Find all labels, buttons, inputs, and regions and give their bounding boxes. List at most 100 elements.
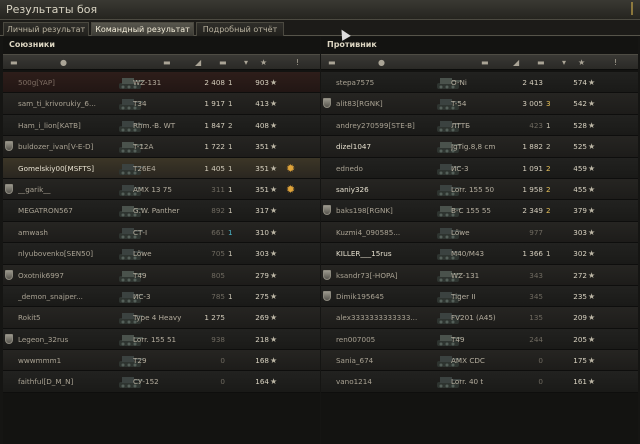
table-row[interactable]: Gomelskiy00[MSFTS] T26E4 1 405 1 351 ★ ✹ — [3, 157, 320, 179]
table-row[interactable]: MEGATRON567 G.W. Panther 892 1 317 ★ — [3, 200, 320, 222]
header-damage-icon[interactable]: ◢ — [195, 58, 201, 67]
table-row[interactable]: Legeon_32rus Lorr. 155 51 938 218 ★ — [3, 328, 320, 351]
player-name[interactable]: Ham_i_lion[KATB] — [18, 115, 118, 136]
player-name[interactable]: baks198[RGNK] — [336, 200, 436, 221]
player-name[interactable]: vano1214 — [336, 371, 436, 392]
medal-icon[interactable]: ✹ — [286, 158, 302, 179]
table-row[interactable]: 500g[YAP] WZ-131 2 408 1 903 ★ — [3, 72, 320, 94]
player-name[interactable]: amwash — [18, 222, 118, 243]
header-clan-icon[interactable]: ▬ — [10, 58, 18, 67]
table-row[interactable]: dizel1047 JgTig.8,8 cm 1 882 2 525 ★ — [321, 136, 638, 158]
player-name[interactable]: ednedo — [336, 158, 436, 179]
table-row[interactable]: Sania_674 AMX CDC 0 175 ★ — [321, 350, 638, 372]
table-row[interactable]: buldozer_ivan[V-E-D] T-12A 1 722 1 351 ★ — [3, 136, 320, 158]
player-name[interactable]: alit83[RGNK] — [336, 93, 436, 114]
xp-value: 205 — [573, 334, 587, 344]
damage-value: 1 722 — [204, 142, 225, 152]
player-name[interactable]: ksandr73[-HOPA] — [336, 265, 436, 286]
player-name[interactable]: _demon_snajper... — [18, 286, 118, 307]
xp-value: 455 — [573, 184, 587, 194]
medal-icon[interactable]: ✹ — [286, 179, 302, 200]
player-name[interactable]: Rokit5 — [18, 307, 118, 328]
player-name[interactable]: alex3333333333333... — [336, 307, 436, 328]
header-clan-icon[interactable]: ▬ — [328, 58, 336, 67]
star-icon: ★ — [270, 142, 278, 152]
header-player-icon[interactable]: ● — [378, 58, 385, 67]
header-xp-icon[interactable]: ★ — [578, 58, 585, 67]
header-kills-icon[interactable]: ▬ — [537, 58, 545, 67]
clan-badge-icon — [5, 141, 14, 152]
table-row[interactable]: Kuzmi4_090585... Löwe 977 303 ★ — [321, 221, 638, 244]
table-row[interactable]: stepa7575 O-Ni 2 413 574 ★ — [321, 72, 638, 94]
player-name[interactable]: KILLER___15rus — [336, 243, 436, 264]
star-icon: ★ — [588, 142, 596, 152]
header-kills-icon[interactable]: ▬ — [219, 58, 227, 67]
table-row[interactable]: _demon_snajper... ИС-3 785 1 275 ★ — [3, 285, 320, 308]
table-row[interactable]: andrey270599[STE-B] ЛТТБ 423 1 528 ★ — [321, 114, 638, 137]
header-tank-icon[interactable]: ▬ — [163, 58, 171, 67]
table-row[interactable]: Ham_i_lion[KATB] Rhm.-B. WT 1 847 2 408 ★ — [3, 114, 320, 137]
header-sort-icon[interactable]: ▾ — [562, 58, 566, 67]
player-name[interactable]: Dimik195645 — [336, 286, 436, 307]
xp-value: 351 — [255, 142, 269, 152]
table-row[interactable]: nlyubovenko[SEN50] Löwe 705 1 303 ★ — [3, 243, 320, 265]
xp-value: 903 — [255, 78, 269, 87]
table-row[interactable]: wwwmmm1 T29 0 168 ★ — [3, 350, 320, 372]
player-name[interactable]: sam_ti_krivorukiy_6... — [18, 93, 118, 114]
header-damage-icon[interactable]: ◢ — [513, 58, 519, 67]
tab-team-result[interactable]: Командный результат — [91, 22, 194, 36]
player-name[interactable]: stepa7575 — [336, 72, 436, 93]
player-name[interactable]: dizel1047 — [336, 136, 436, 157]
table-row[interactable]: baks198[RGNK] B-C 155 55 2 349 2 379 ★ — [321, 200, 638, 222]
table-row[interactable]: faithful[D_M_N] СУ-152 0 164 ★ — [3, 371, 320, 393]
player-name[interactable]: buldozer_ivan[V-E-D] — [18, 136, 118, 157]
table-row[interactable]: ren007005 T49 244 205 ★ — [321, 328, 638, 351]
table-row[interactable]: saniy326 Lorr. 155 50 1 958 2 455 ★ — [321, 178, 638, 201]
header-tank-icon[interactable]: ▬ — [481, 58, 489, 67]
table-row[interactable]: Oxotnik6997 T49 805 279 ★ — [3, 264, 320, 286]
player-name[interactable]: Sania_674 — [336, 350, 436, 371]
table-row[interactable]: ednedo ИС-3 1 091 2 459 ★ — [321, 157, 638, 179]
player-name[interactable]: Gomelskiy00[MSFTS] — [18, 158, 118, 179]
table-row[interactable]: vano1214 Lorr. 40 t 0 161 ★ — [321, 371, 638, 393]
star-icon: ★ — [588, 227, 596, 237]
header-medal-icon[interactable]: ! — [614, 58, 617, 67]
player-name[interactable]: saniy326 — [336, 179, 436, 200]
table-row[interactable]: __garik__ AMX 13 75 311 1 351 ★ ✹ — [3, 178, 320, 201]
kills-value: 1 — [228, 227, 233, 237]
star-icon: ★ — [270, 334, 278, 344]
xp-value: 574 — [573, 78, 587, 87]
header-xp-icon[interactable]: ★ — [260, 58, 267, 67]
header-medal-icon[interactable]: ! — [296, 58, 299, 67]
player-name[interactable]: ren007005 — [336, 329, 436, 350]
player-name[interactable]: nlyubovenko[SEN50] — [18, 243, 118, 264]
player-name[interactable]: faithful[D_M_N] — [18, 371, 118, 392]
player-name[interactable]: __garik__ — [18, 179, 118, 200]
tab-personal-result[interactable]: Личный результат — [3, 22, 89, 36]
player-name[interactable]: Oxotnik6997 — [18, 265, 118, 286]
gold-decoration — [631, 2, 633, 15]
player-name[interactable]: Legeon_32rus — [18, 329, 118, 350]
damage-value: 1 917 — [204, 99, 225, 109]
star-icon: ★ — [270, 356, 278, 366]
xp-value: 528 — [573, 120, 587, 130]
table-row[interactable]: alit83[RGNK] T-54 3 005 3 542 ★ — [321, 93, 638, 115]
xp-value: 235 — [573, 291, 587, 301]
player-name[interactable]: wwwmmm1 — [18, 350, 118, 371]
player-name[interactable]: MEGATRON567 — [18, 200, 118, 221]
table-row[interactable]: amwash СТ-I 661 1 310 ★ — [3, 221, 320, 244]
player-name[interactable]: Kuzmi4_090585... — [336, 222, 436, 243]
table-row[interactable]: Rokit5 Type 4 Heavy 1 275 269 ★ — [3, 307, 320, 329]
table-row[interactable]: ksandr73[-HOPA] WZ-131 343 272 ★ — [321, 264, 638, 286]
header-player-icon[interactable]: ● — [60, 58, 67, 67]
player-name[interactable]: 500g[YAP] — [18, 72, 118, 93]
enemies-title: Противник — [327, 40, 377, 49]
star-icon: ★ — [270, 291, 278, 301]
player-name[interactable]: andrey270599[STE-B] — [336, 115, 436, 136]
header-sort-icon[interactable]: ▾ — [244, 58, 248, 67]
table-row[interactable]: KILLER___15rus M40/M43 1 366 1 302 ★ — [321, 243, 638, 265]
table-row[interactable]: sam_ti_krivorukiy_6... T34 1 917 1 413 ★ — [3, 93, 320, 115]
tab-detailed-report[interactable]: Подробный отчёт — [196, 22, 284, 36]
table-row[interactable]: alex3333333333333... FV201 (A45) 135 209 ★ — [321, 307, 638, 329]
table-row[interactable]: Dimik195645 Tiger II 345 235 ★ — [321, 285, 638, 308]
